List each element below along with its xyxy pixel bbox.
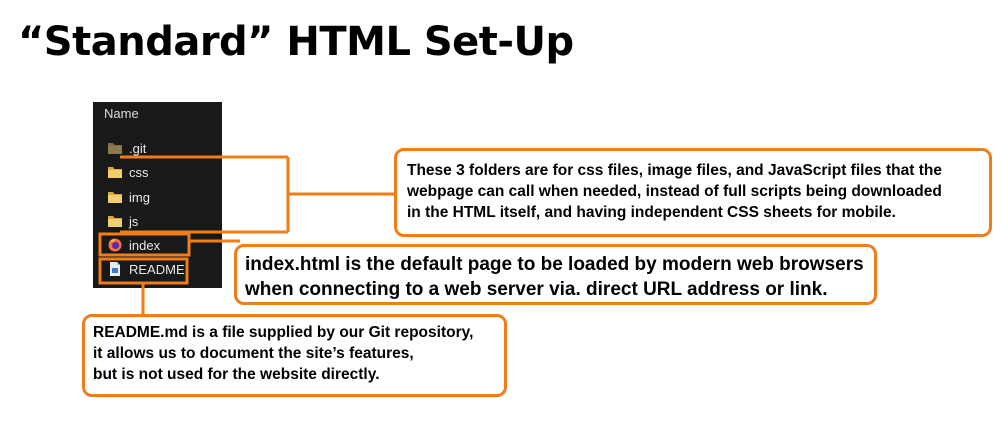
column-header-name[interactable]: Name <box>104 106 139 121</box>
callout-index: index.html is the default page to be loa… <box>234 244 877 305</box>
callout-text: but is not used for the website directly… <box>93 366 380 383</box>
file-label: img <box>129 189 150 205</box>
file-row-git[interactable]: .git <box>107 139 146 157</box>
file-explorer: Name .git css img js index README <box>93 102 222 288</box>
callout-text: README.md is a file supplied by our Git … <box>93 324 474 341</box>
file-row-css[interactable]: css <box>107 163 149 181</box>
page-title: “Standard” HTML Set-Up <box>18 19 574 65</box>
file-row-js[interactable]: js <box>107 212 138 230</box>
file-row-index[interactable]: index <box>107 236 160 254</box>
callout-text: it allows us to document the site’s feat… <box>93 345 414 362</box>
file-label: README <box>129 261 185 277</box>
file-label: js <box>129 213 139 229</box>
folder-icon <box>107 213 123 229</box>
file-row-readme[interactable]: README <box>107 260 185 278</box>
folder-icon <box>107 189 123 205</box>
callout-readme: README.md is a file supplied by our Git … <box>82 314 507 397</box>
callout-text: webpage can call when needed, instead of… <box>407 183 942 200</box>
folder-icon <box>107 164 123 180</box>
callout-text: in the HTML itself, and having independe… <box>407 204 896 221</box>
callout-text: These 3 folders are for css files, image… <box>407 162 942 179</box>
firefox-icon <box>107 237 123 253</box>
file-label: index <box>129 237 161 253</box>
callout-text: when connecting to a web server via. dir… <box>245 279 828 300</box>
file-row-img[interactable]: img <box>107 188 150 206</box>
folder-icon <box>107 140 123 156</box>
callout-text: index.html is the default page to be loa… <box>245 254 864 275</box>
file-label: css <box>129 164 149 180</box>
file-label: .git <box>129 140 147 156</box>
document-icon <box>107 261 123 277</box>
callout-folders: These 3 folders are for css files, image… <box>394 148 992 237</box>
